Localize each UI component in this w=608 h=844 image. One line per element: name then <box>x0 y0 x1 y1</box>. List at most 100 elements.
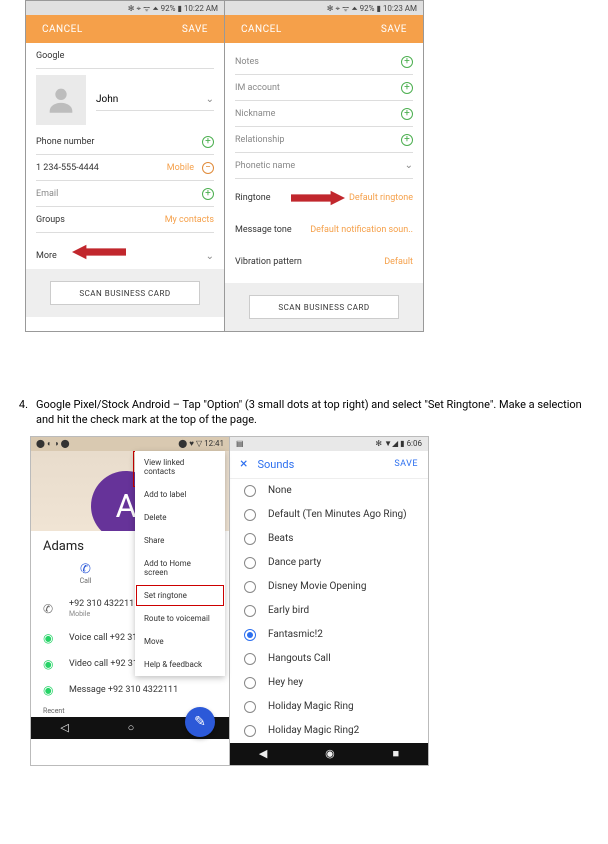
sound-option[interactable]: Hey hey <box>230 671 428 695</box>
vibration-value[interactable]: Default <box>384 257 413 267</box>
chevron-down-icon: ⌄ <box>405 160 413 171</box>
overflow-menu: View linked contacts Add to label Delete… <box>135 451 225 676</box>
add-icon[interactable]: + <box>401 134 413 146</box>
sound-label: None <box>268 485 292 496</box>
android-navbar: ◀ ◉ ■ <box>230 743 428 765</box>
menu-move[interactable]: Move <box>135 630 225 653</box>
edit-fab-button[interactable]: ✎ <box>185 707 215 737</box>
menu-delete[interactable]: Delete <box>135 506 225 529</box>
add-icon[interactable]: + <box>401 108 413 120</box>
scan-business-card-button[interactable]: SCAN BUSINESS CARD <box>249 295 399 319</box>
recents-icon[interactable]: ■ <box>392 747 399 760</box>
save-button[interactable]: SAVE <box>381 24 407 35</box>
sounds-title: Sounds <box>257 458 384 471</box>
radio-icon <box>244 725 256 737</box>
sound-option[interactable]: Dance party <box>230 551 428 575</box>
status-time: 10:23 AM <box>383 4 417 13</box>
whatsapp-message-entry[interactable]: ◉ Message +92 310 4322111 <box>31 677 229 703</box>
add-email-icon[interactable]: + <box>202 188 214 200</box>
close-icon[interactable]: × <box>240 456 247 472</box>
notes-field[interactable]: Notes <box>235 57 393 67</box>
email-label[interactable]: Email <box>36 189 194 199</box>
radio-icon <box>244 485 256 497</box>
sound-option[interactable]: None <box>230 479 428 503</box>
back-icon[interactable]: ◀ <box>259 747 267 760</box>
cancel-button[interactable]: CANCEL <box>42 24 83 35</box>
name-value: John <box>96 94 118 105</box>
sound-label: Hey hey <box>268 677 303 688</box>
phone-value[interactable]: 1 234-555-4444 <box>36 163 163 173</box>
pixel-sounds-picker-screenshot: ▤ ✻ ▼◢ ▮ 6:06 × Sounds SAVE None Default … <box>229 436 429 766</box>
step-number: 4. <box>14 398 28 428</box>
groups-value[interactable]: My contacts <box>165 215 214 225</box>
phone-type[interactable]: Mobile <box>167 163 194 173</box>
menu-share[interactable]: Share <box>135 529 225 552</box>
account-field[interactable]: Google <box>36 51 214 61</box>
status-icons: ✻ ⌖ ᯤ ⏶ 92% ▮ <box>327 3 381 14</box>
sound-label: Fantasmic!2 <box>268 629 323 640</box>
menu-set-ringtone[interactable]: Set ringtone <box>135 584 225 607</box>
avatar-block: John ⌄ <box>26 69 224 129</box>
pixel-contact-menu-screenshot: ⬤ ◐ ◑ ⬤ ⬤ ♥ ▽ 12:41 A View linked contac… <box>30 436 230 766</box>
radio-icon <box>244 605 256 617</box>
bottom-screenshot-row: ⬤ ◐ ◑ ⬤ ⬤ ♥ ▽ 12:41 A View linked contac… <box>0 436 608 766</box>
sound-option[interactable]: Beats <box>230 527 428 551</box>
sound-option[interactable]: Default (Ten Minutes Ago Ring) <box>230 503 428 527</box>
radio-icon <box>244 653 256 665</box>
sound-option[interactable]: Hangouts Call <box>230 647 428 671</box>
top-bar: CANCEL SAVE <box>26 15 224 43</box>
sound-label: Dance party <box>268 557 321 568</box>
add-icon[interactable]: + <box>401 56 413 68</box>
sound-option[interactable]: Disney Movie Opening <box>230 575 428 599</box>
save-button[interactable]: SAVE <box>182 24 208 35</box>
message-tone-value[interactable]: Default notification soun.. <box>310 225 413 235</box>
radio-icon <box>244 677 256 689</box>
relationship-field[interactable]: Relationship <box>235 135 393 145</box>
sounds-header: × Sounds SAVE <box>230 451 428 479</box>
menu-add-label[interactable]: Add to label <box>135 483 225 506</box>
phonetic-field[interactable]: Phonetic name <box>235 161 397 171</box>
sound-option[interactable]: Holiday Magic Ring2 <box>230 719 428 743</box>
menu-help[interactable]: Help & feedback <box>135 653 225 676</box>
sound-option[interactable]: Fantasmic!2 <box>230 623 428 647</box>
ringtone-value[interactable]: Default ringtone <box>349 193 413 203</box>
sound-label: Early bird <box>268 605 309 616</box>
person-icon <box>44 83 78 117</box>
status-time: 6:06 <box>407 439 422 448</box>
sound-option[interactable]: Early bird <box>230 599 428 623</box>
notif-icon: ▤ <box>236 439 244 448</box>
contact-avatar[interactable] <box>36 75 86 125</box>
save-button[interactable]: SAVE <box>394 459 418 469</box>
sound-label: Holiday Magic Ring <box>268 701 354 712</box>
top-screenshot-row: ✻ ⌖ ᯤ ⏶ 92% ▮ 10:22 AM CANCEL SAVE Googl… <box>0 0 608 332</box>
im-field[interactable]: IM account <box>235 83 393 93</box>
status-bar: ▤ ✻ ▼◢ ▮ 6:06 <box>230 437 428 451</box>
phone-icon: ✆ <box>43 602 59 616</box>
radio-icon <box>244 557 256 569</box>
chevron-down-icon: ⌄ <box>206 251 214 262</box>
nickname-field[interactable]: Nickname <box>235 109 393 119</box>
remove-phone-icon[interactable]: − <box>202 162 214 174</box>
add-icon[interactable]: + <box>401 82 413 94</box>
status-time: 10:22 AM <box>184 4 218 13</box>
phone-label: Phone number <box>36 137 194 147</box>
pencil-icon: ✎ <box>194 714 206 730</box>
menu-add-home[interactable]: Add to Home screen <box>135 552 225 584</box>
sound-label: Hangouts Call <box>268 653 331 664</box>
phone-icon: ✆ <box>41 562 130 577</box>
scan-business-card-button[interactable]: SCAN BUSINESS CARD <box>50 281 200 305</box>
menu-route-voicemail[interactable]: Route to voicemail <box>135 607 225 630</box>
call-action[interactable]: ✆ Call <box>41 562 130 585</box>
home-icon[interactable]: ○ <box>128 721 135 734</box>
cancel-button[interactable]: CANCEL <box>241 24 282 35</box>
sound-option[interactable]: Holiday Magic Ring <box>230 695 428 719</box>
menu-view-linked[interactable]: View linked contacts <box>135 451 225 483</box>
back-icon[interactable]: ◁ <box>60 721 68 734</box>
more-label[interactable]: More <box>36 251 198 261</box>
vibration-label: Vibration pattern <box>235 257 380 267</box>
home-icon[interactable]: ◉ <box>325 747 335 760</box>
add-phone-icon[interactable]: + <box>202 136 214 148</box>
radio-icon <box>244 533 256 545</box>
radio-icon <box>244 629 256 641</box>
name-field[interactable]: John ⌄ <box>96 89 214 111</box>
